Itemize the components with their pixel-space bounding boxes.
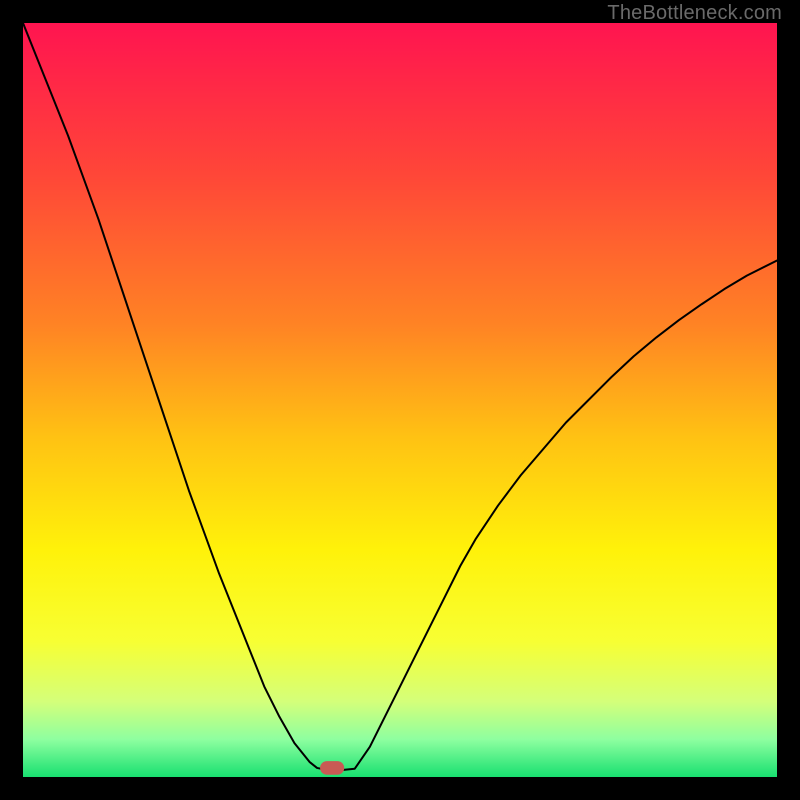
bottleneck-chart bbox=[23, 23, 777, 777]
gradient-background bbox=[23, 23, 777, 777]
minimum-marker bbox=[320, 761, 344, 775]
chart-frame: TheBottleneck.com bbox=[0, 0, 800, 800]
watermark-text: TheBottleneck.com bbox=[607, 2, 782, 25]
